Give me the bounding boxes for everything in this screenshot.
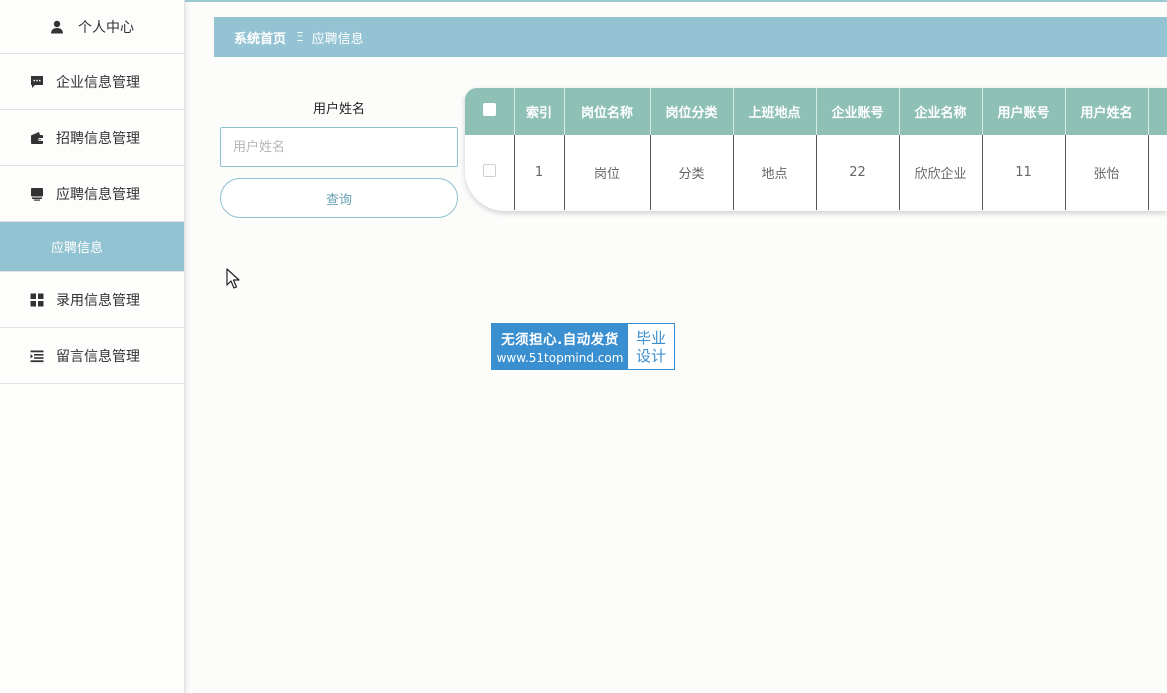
table-cell: 岗位 — [564, 135, 651, 210]
sidebar-item-message-info[interactable]: 留言信息管理 — [0, 328, 184, 384]
select-all-checkbox-cell[interactable] — [465, 88, 515, 135]
column-header: 用户账号 — [982, 88, 1066, 135]
wallet-icon — [30, 131, 44, 145]
sidebar-item-label: 应聘信息管理 — [56, 186, 140, 203]
sidebar-subitem-application[interactable]: 应聘信息 — [0, 222, 184, 272]
sidebar-item-application-info[interactable]: 应聘信息管理 — [0, 166, 184, 222]
search-label: 用户姓名 — [312, 102, 365, 117]
data-table-container: 索引 岗位名称 岗位分类 上班地点 企业账号 企业名称 用户账号 用户姓名 1 … — [465, 88, 1167, 211]
data-table: 索引 岗位名称 岗位分类 上班地点 企业账号 企业名称 用户账号 用户姓名 1 … — [465, 88, 1167, 210]
column-header: 索引 — [514, 88, 565, 135]
sidebar-item-personal-center[interactable]: 个人中心 — [0, 0, 184, 54]
watermark-right2: 设计 — [635, 346, 666, 365]
watermark-left: 无须担心.自动发货 www.51topmind.com — [492, 324, 628, 369]
mouse-cursor-icon — [226, 268, 240, 289]
watermark-right1: 毕业 — [635, 328, 666, 347]
breadcrumb-home[interactable]: 系统首页 — [234, 28, 286, 47]
table-cell: 分类 — [650, 135, 734, 210]
list-icon — [30, 349, 44, 363]
sidebar-subitem-label: 应聘信息 — [51, 241, 104, 256]
sidebar-item-label: 招聘信息管理 — [56, 130, 140, 147]
breadcrumb: 系统首页 Ξ 应聘信息 — [214, 17, 1167, 57]
watermark-right: 毕业 设计 — [628, 324, 674, 369]
breadcrumb-separator-icon: Ξ — [296, 30, 304, 44]
breadcrumb-current: 应聘信息 — [311, 31, 364, 47]
column-header: 企业名称 — [899, 88, 983, 135]
grid-icon — [30, 293, 44, 307]
sidebar-item-company-info[interactable]: 企业信息管理 — [0, 54, 184, 110]
monitor-icon — [30, 187, 44, 201]
row-checkbox[interactable] — [482, 164, 496, 177]
search-button[interactable]: 查询 — [220, 178, 458, 218]
table-cell-overflow — [1148, 135, 1167, 210]
sidebar-item-label: 录用信息管理 — [56, 292, 140, 309]
column-header: 岗位名称 — [564, 88, 651, 135]
search-input[interactable] — [220, 127, 458, 167]
table-cell: 欣欣企业 — [899, 135, 983, 210]
watermark-line2: www.51topmind.com — [496, 351, 624, 365]
user-icon — [50, 20, 64, 34]
sidebar-item-label: 留言信息管理 — [56, 348, 140, 365]
table-cell: 张怡 — [1065, 135, 1149, 210]
table-cell: 1 — [514, 135, 565, 210]
table-cell: 地点 — [733, 135, 817, 210]
row-checkbox-cell[interactable] — [465, 135, 515, 210]
sidebar-item-hiring-info[interactable]: 录用信息管理 — [0, 272, 184, 328]
top-accent-line — [185, 0, 1167, 2]
column-header: 岗位分类 — [650, 88, 734, 135]
column-header: 上班地点 — [733, 88, 817, 135]
column-header-overflow — [1148, 88, 1167, 135]
sidebar-item-recruitment-info[interactable]: 招聘信息管理 — [0, 110, 184, 166]
watermark-logo: 无须担心.自动发货 www.51topmind.com 毕业 设计 — [491, 323, 675, 370]
column-header: 企业账号 — [816, 88, 900, 135]
sidebar-item-label: 个人中心 — [78, 19, 134, 36]
table-header-row: 索引 岗位名称 岗位分类 上班地点 企业账号 企业名称 用户账号 用户姓名 — [465, 88, 1167, 135]
table-cell: 22 — [816, 135, 900, 210]
watermark-line1: 无须担心.自动发货 — [501, 332, 619, 348]
sidebar: 个人中心 企业信息管理 招聘信息管理 应聘信息管理 应聘信息 录用信息管理 留言… — [0, 0, 185, 693]
table-row: 1 岗位 分类 地点 22 欣欣企业 11 张怡 — [465, 135, 1167, 210]
column-header: 用户姓名 — [1065, 88, 1149, 135]
sidebar-item-label: 企业信息管理 — [56, 74, 140, 91]
message-icon — [30, 75, 44, 89]
select-all-checkbox[interactable] — [482, 103, 496, 116]
table-cell: 11 — [982, 135, 1066, 210]
